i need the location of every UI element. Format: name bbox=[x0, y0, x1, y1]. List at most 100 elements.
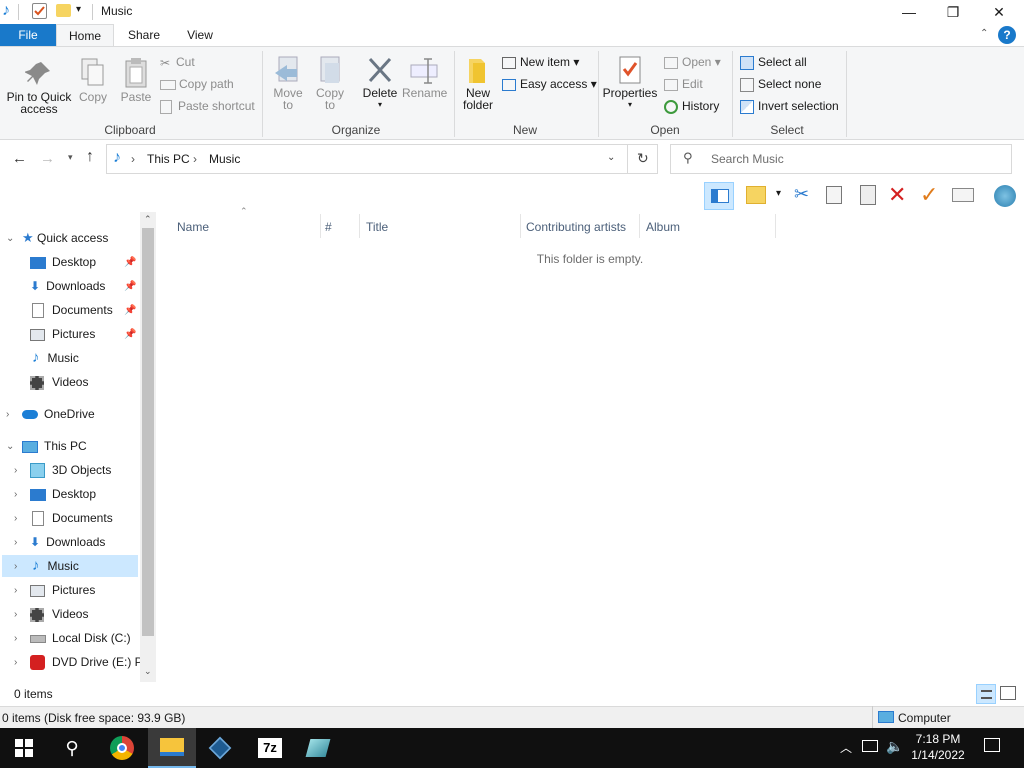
tab-share[interactable]: Share bbox=[118, 24, 170, 46]
pin-icon[interactable]: 📌 bbox=[124, 305, 136, 316]
taskbar-7zip[interactable]: 7z bbox=[246, 728, 294, 768]
nav-downloads[interactable]: ⬇ Downloads bbox=[30, 531, 138, 553]
help-icon[interactable]: ? bbox=[998, 26, 1016, 44]
paste-button[interactable]: Paste bbox=[118, 57, 154, 103]
details-view-button[interactable] bbox=[976, 684, 996, 704]
delete-icon[interactable]: ✕ bbox=[888, 182, 906, 208]
new-item-button[interactable]: New item ▾ bbox=[502, 55, 579, 69]
up-arrow-icon[interactable]: ↑ bbox=[86, 148, 94, 166]
nav-scrollbar[interactable]: ⌃ ⌄ bbox=[140, 212, 156, 682]
properties-button[interactable]: Properties ▾ bbox=[602, 55, 658, 111]
scrollbar-thumb[interactable] bbox=[142, 228, 154, 636]
history-button[interactable]: History bbox=[664, 99, 719, 114]
nav-dvd-drive[interactable]: DVD Drive (E:) P\ bbox=[30, 651, 140, 673]
pin-icon[interactable]: 📌 bbox=[124, 281, 136, 292]
large-icons-view-button[interactable] bbox=[1000, 686, 1016, 700]
nav-quick-desktop[interactable]: Desktop bbox=[30, 251, 138, 273]
expand-icon[interactable]: › bbox=[6, 409, 9, 420]
volume-muted-icon[interactable]: 🔈 bbox=[886, 738, 903, 755]
nav-documents[interactable]: Documents bbox=[30, 507, 138, 529]
pin-icon[interactable]: 📌 bbox=[124, 329, 136, 340]
notifications-icon[interactable] bbox=[984, 738, 1000, 752]
nav-quick-downloads[interactable]: ⬇ Downloads bbox=[30, 275, 138, 297]
dropdown-icon[interactable]: ▾ bbox=[776, 188, 781, 199]
taskbar-virtualbox[interactable] bbox=[196, 728, 244, 768]
edit-button[interactable]: Edit bbox=[664, 77, 703, 91]
scroll-up-icon[interactable]: ⌃ bbox=[144, 214, 152, 225]
paste-icon[interactable] bbox=[860, 185, 876, 205]
clock[interactable]: 7:18 PM 1/14/2022 bbox=[906, 731, 970, 763]
column-contributing-artists[interactable]: Contributing artists bbox=[526, 216, 626, 238]
nav-local-disk[interactable]: Local Disk (C:) bbox=[30, 627, 138, 649]
cut-button[interactable]: ✂ Cut bbox=[160, 55, 195, 70]
customize-qat-icon[interactable]: ▾ bbox=[76, 4, 81, 15]
address-bar[interactable]: ♪ › This PC › Music ⌄ ↻ bbox=[106, 144, 658, 174]
cut-icon[interactable]: ✂ bbox=[794, 184, 809, 205]
breadcrumb-this-pc[interactable]: This PC bbox=[147, 152, 190, 166]
network-icon[interactable] bbox=[862, 740, 878, 752]
nav-videos[interactable]: Videos bbox=[30, 603, 138, 625]
easy-access-button[interactable]: Easy access ▾ bbox=[502, 77, 597, 91]
nav-music[interactable]: ♪ Music bbox=[2, 555, 138, 577]
column-album[interactable]: Album bbox=[646, 216, 680, 238]
folder-options-icon[interactable] bbox=[746, 186, 766, 204]
properties-quick-icon[interactable] bbox=[32, 3, 47, 19]
checkmark-icon[interactable]: ✓ bbox=[920, 182, 938, 208]
nav-3d-objects[interactable]: 3D Objects bbox=[30, 459, 138, 481]
nav-pictures[interactable]: Pictures bbox=[30, 579, 138, 601]
copy-icon[interactable] bbox=[826, 186, 842, 204]
taskbar-search-button[interactable]: ⚲ bbox=[48, 728, 96, 768]
taskbar-file-explorer[interactable] bbox=[148, 728, 196, 768]
invert-selection-button[interactable]: Invert selection bbox=[740, 99, 839, 114]
copy-button[interactable]: Copy bbox=[76, 57, 110, 103]
collapse-icon[interactable]: ⌄ bbox=[6, 233, 14, 244]
rename-icon[interactable] bbox=[952, 188, 974, 202]
nav-onedrive[interactable]: OneDrive bbox=[22, 403, 138, 425]
globe-icon[interactable] bbox=[994, 185, 1016, 207]
nav-desktop[interactable]: Desktop bbox=[30, 483, 138, 505]
delete-button[interactable]: Delete ▾ bbox=[360, 55, 400, 111]
minimize-button[interactable]: — bbox=[886, 0, 932, 24]
preview-pane-button[interactable] bbox=[704, 182, 734, 210]
taskbar-app[interactable] bbox=[294, 728, 342, 768]
ribbon-collapse-icon[interactable]: ⌃ bbox=[980, 28, 988, 39]
start-button[interactable] bbox=[0, 728, 48, 768]
new-folder-button[interactable]: New folder bbox=[458, 55, 498, 111]
rename-button[interactable]: Rename bbox=[402, 55, 447, 99]
close-button[interactable]: ✕ bbox=[976, 0, 1022, 24]
back-arrow-icon[interactable]: ← bbox=[12, 150, 27, 167]
collapse-icon[interactable]: ⌄ bbox=[6, 441, 14, 452]
column-title[interactable]: Title bbox=[366, 216, 388, 238]
column-number[interactable]: # bbox=[325, 216, 332, 238]
maximize-button[interactable]: ❐ bbox=[930, 0, 976, 24]
recent-locations-icon[interactable]: ▾ bbox=[68, 152, 73, 163]
nav-quick-documents[interactable]: Documents bbox=[30, 299, 138, 321]
open-button[interactable]: Open ▾ bbox=[664, 55, 721, 69]
pin-quick-access-button[interactable]: Pin to Quick access bbox=[6, 59, 72, 115]
new-folder-quick-icon[interactable] bbox=[56, 4, 71, 17]
search-input[interactable]: ⚲ Search Music bbox=[670, 144, 1012, 174]
nav-quick-videos[interactable]: Videos bbox=[30, 371, 138, 393]
copy-path-button[interactable]: Copy path bbox=[160, 77, 234, 91]
move-to-button[interactable]: Move to bbox=[268, 55, 308, 111]
select-none-button[interactable]: Select none bbox=[740, 77, 821, 92]
nav-quick-music[interactable]: ♪ Music bbox=[30, 347, 138, 369]
copy-to-button[interactable]: Copy to bbox=[310, 55, 350, 111]
tab-view[interactable]: View bbox=[174, 24, 226, 46]
show-hidden-icons-icon[interactable]: ︿ bbox=[840, 739, 852, 756]
scroll-down-icon[interactable]: ⌄ bbox=[144, 666, 152, 677]
paste-shortcut-button[interactable]: Paste shortcut bbox=[160, 99, 255, 114]
pin-icon[interactable]: 📌 bbox=[124, 257, 136, 268]
nav-quick-access[interactable]: ★ Quick access bbox=[22, 227, 138, 249]
taskbar-chrome[interactable] bbox=[98, 728, 146, 768]
breadcrumb-music[interactable]: Music bbox=[209, 152, 240, 166]
nav-this-pc[interactable]: This PC bbox=[22, 435, 138, 457]
tab-file[interactable]: File bbox=[0, 24, 56, 46]
select-all-button[interactable]: Select all bbox=[740, 55, 807, 70]
refresh-icon[interactable]: ↻ bbox=[637, 150, 649, 167]
tab-home[interactable]: Home bbox=[56, 24, 114, 47]
nav-quick-pictures[interactable]: Pictures bbox=[30, 323, 138, 345]
forward-arrow-icon[interactable]: → bbox=[40, 150, 55, 167]
address-dropdown-icon[interactable]: ⌄ bbox=[607, 152, 615, 163]
column-name[interactable]: Name bbox=[177, 216, 209, 238]
